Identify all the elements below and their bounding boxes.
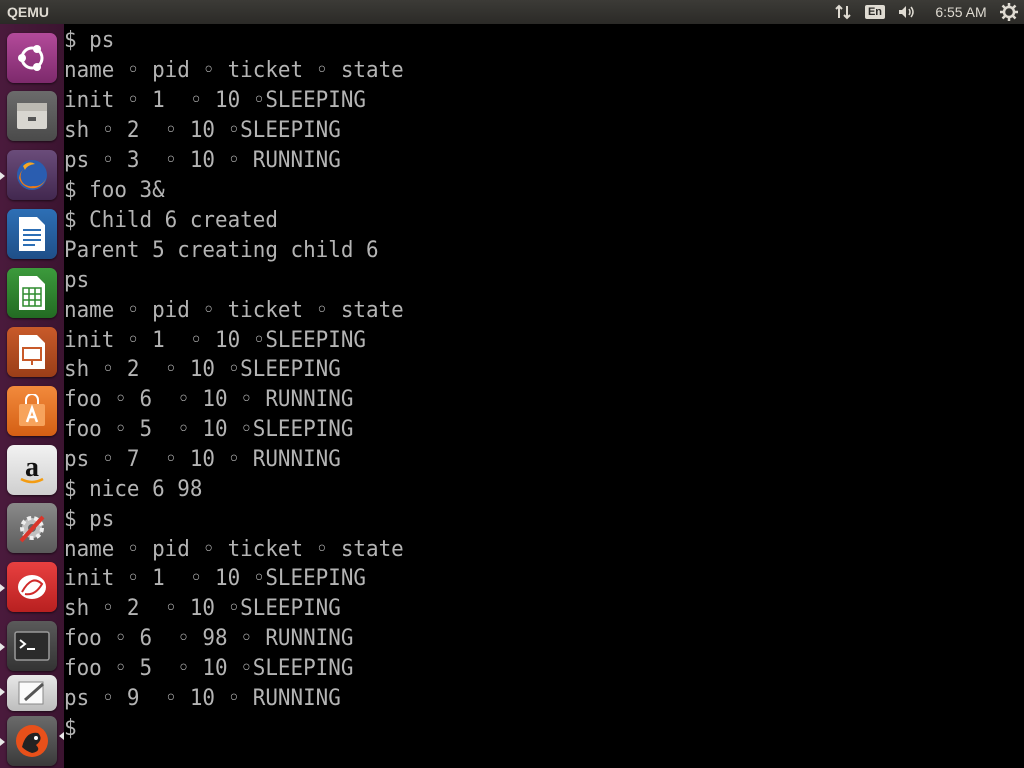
libreoffice-impress-icon[interactable] [7,327,57,377]
console-line: sh ◦ 2 ◦ 10 ◦SLEEPING [64,118,341,143]
launcher: a [0,24,65,768]
console-line: foo ◦ 5 ◦ 10 ◦SLEEPING [64,656,354,681]
console-line: foo ◦ 5 ◦ 10 ◦SLEEPING [64,417,354,442]
console-line: name ◦ pid ◦ ticket ◦ state [64,298,404,323]
console-line: foo ◦ 6 ◦ 98 ◦ RUNNING [64,626,354,651]
text-editor-icon[interactable] [7,675,57,711]
console-line: Parent 5 creating child 6 [64,238,379,263]
firefox-icon[interactable] [7,150,57,200]
amazon-icon[interactable]: a [7,445,57,495]
console-line: init ◦ 1 ◦ 10 ◦SLEEPING [64,328,366,353]
running-indicator [0,172,5,180]
console-line: name ◦ pid ◦ ticket ◦ state [64,537,404,562]
console-line: name ◦ pid ◦ ticket ◦ state [64,58,404,83]
libreoffice-writer-icon[interactable] [7,209,57,259]
running-indicator [0,584,5,592]
console-line: $ foo 3& [64,178,165,203]
app-title: QEMU [7,4,49,20]
top-panel: QEMU En 6:55 AM [0,0,1024,24]
qemu-icon[interactable] [7,716,57,766]
files-icon[interactable] [7,91,57,141]
keyboard-layout-label: En [864,5,886,19]
ubuntu-dash-icon[interactable] [7,33,57,83]
console-line: ps ◦ 9 ◦ 10 ◦ RUNNING [64,686,341,711]
system-settings-icon[interactable] [7,503,57,553]
console-line: ps [64,268,90,293]
keyboard-layout-icon[interactable]: En [864,3,886,21]
qemu-console[interactable]: $ ps name ◦ pid ◦ ticket ◦ state init ◦ 1 … [64,24,1024,768]
console-line: $ ps [64,507,115,532]
console-line: init ◦ 1 ◦ 10 ◦SLEEPING [64,566,366,591]
settings-gear-icon[interactable] [999,3,1019,21]
running-indicator [0,643,5,651]
sound-volume-icon[interactable] [896,3,918,21]
console-line: sh ◦ 2 ◦ 10 ◦SLEEPING [64,357,341,382]
software-center-icon[interactable] [7,386,57,436]
svg-text:a: a [25,453,39,483]
console-line: $ nice 6 98 [64,477,203,502]
console-line: $ [64,716,77,741]
console-line: ps ◦ 7 ◦ 10 ◦ RUNNING [64,447,341,472]
terminal-icon[interactable] [7,621,57,671]
running-indicator [0,688,5,696]
libreoffice-calc-icon[interactable] [7,268,57,318]
network-arrows-icon[interactable] [833,3,853,21]
clock[interactable]: 6:55 AM [932,3,990,21]
running-indicator [0,738,5,746]
console-line: init ◦ 1 ◦ 10 ◦SLEEPING [64,88,366,113]
document-viewer-icon[interactable] [7,562,57,612]
console-line: $ Child 6 created [64,208,278,233]
console-line: sh ◦ 2 ◦ 10 ◦SLEEPING [64,596,341,621]
console-line: foo ◦ 6 ◦ 10 ◦ RUNNING [64,387,354,412]
console-line: ps ◦ 3 ◦ 10 ◦ RUNNING [64,148,341,173]
console-line: $ ps [64,28,115,53]
